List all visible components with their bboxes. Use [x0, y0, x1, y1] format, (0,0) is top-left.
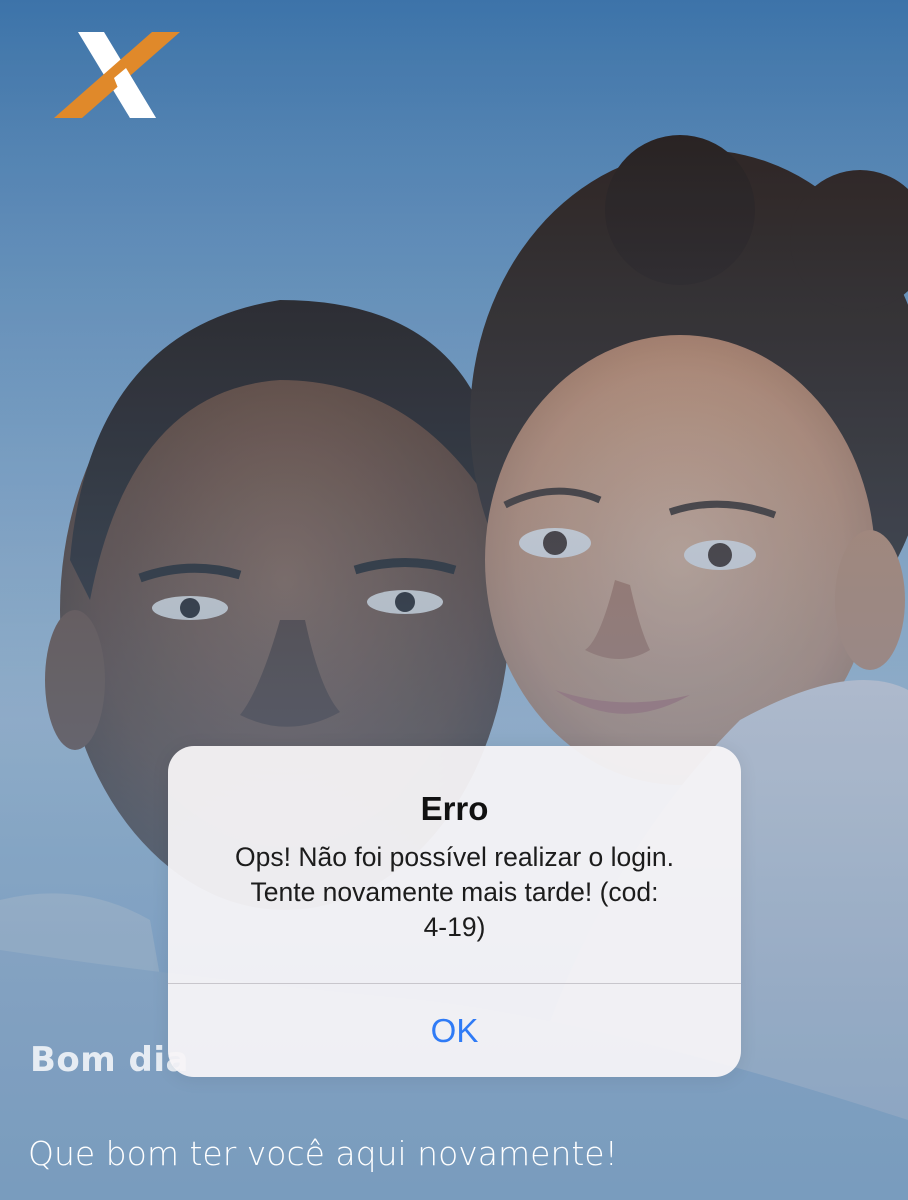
alert-message-line: Ops! Não foi possível realizar o login.	[235, 842, 674, 872]
alert-message-line: Tente novamente mais tarde! (cod:	[250, 877, 659, 907]
alert-title: Erro	[420, 790, 489, 827]
alert-message: Ops! Não foi possível realizar o login. …	[198, 840, 711, 945]
alert-message-line: 4-19)	[423, 912, 486, 942]
caixa-x-logo	[54, 32, 180, 118]
error-alert-dialog: Erro Ops! Não foi possível realizar o lo…	[168, 746, 741, 1077]
alert-body: Erro Ops! Não foi possível realizar o lo…	[168, 746, 741, 983]
greeting-text: Bom dia	[30, 1040, 189, 1080]
login-screen: Bom dia Que bom ter você aqui novamente!…	[0, 0, 908, 1200]
ok-button[interactable]: OK	[168, 984, 741, 1077]
welcome-text: Que bom ter você aqui novamente!	[28, 1134, 618, 1173]
